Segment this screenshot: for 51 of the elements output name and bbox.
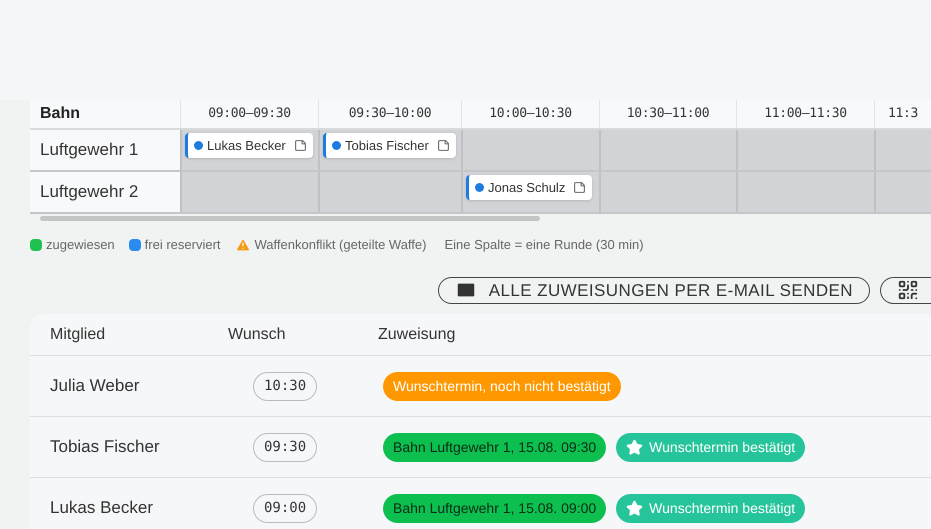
column-header: Bahn [39,104,81,124]
scrollbar[interactable] [40,216,540,220]
booking-chip[interactable]: Lukas Becker [185,133,313,158]
column-header: Mitglied [49,324,106,344]
booking-name: Tobias Fischer [345,136,429,155]
time-slot-header: 11:3 [874,100,931,128]
time-slot-header: 11:00–11:30 [736,100,874,128]
legend-label: zugewiesen [46,236,115,254]
status-badge: Wunschtermin bestätigt [616,432,806,462]
schedule-cell[interactable]: Tobias Fischer [318,130,461,170]
wish-time: 10:30 [253,372,318,400]
booking-chip[interactable]: Tobias Fischer [323,133,456,158]
member-name: Julia Weber [49,375,140,398]
booking-name: Lukas Becker [207,136,286,155]
column-header: Wunsch [228,324,287,344]
star-icon [626,500,644,516]
lane-assignment-badge: Bahn Luftgewehr 1, 15.08. 09:00 [383,494,606,522]
column-header: Zuweisung [378,324,456,344]
booking-chip[interactable]: Jonas Schulz [466,175,592,200]
member-name: Tobias Fischer [49,436,161,458]
qr-code-icon [897,279,919,302]
time-slot-header: 10:00–10:30 [461,100,599,128]
wish-time: 09:30 [253,432,318,462]
lane-name: Luftgewehr 2 [30,172,180,212]
schedule-cell[interactable] [461,130,599,170]
time-slot-header: 09:30–10:00 [318,100,461,128]
send-email-button[interactable]: ALLE ZUWEISUNGEN PER E-MAIL SENDEN [438,276,870,304]
lane-assignment-badge: Bahn Luftgewehr 1, 15.08. 09:30 [383,432,606,462]
qr-code-button[interactable] [880,276,931,304]
legend-label: Eine Spalte = eine Runde (30 min) [444,236,644,254]
schedule-cell[interactable]: Jonas Schulz [461,172,599,212]
schedule-cell[interactable] [180,172,318,212]
legend-label: Waffenkonflikt (geteilte Waffe) [254,236,426,254]
warning-icon [234,236,251,253]
note-icon [573,181,586,194]
schedule-cell[interactable] [874,130,931,170]
note-icon [436,139,450,152]
lane-name: Luftgewehr 1 [30,130,180,170]
time-slot-header: 10:30–11:00 [599,100,736,128]
booking-name: Jonas Schulz [488,178,566,197]
note-icon [294,139,307,152]
time-slot-header: 09:00–09:30 [180,100,318,128]
schedule-cell[interactable] [736,130,874,170]
star-icon [626,438,644,456]
member-name: Lukas Becker [49,497,154,520]
status-badge: Wunschtermin bestätigt [616,494,806,522]
status-badge: Wunschtermin, noch nicht bestätigt [383,372,621,400]
legend-label: frei reserviert [144,236,221,254]
wish-time: 09:00 [253,494,318,522]
schedule-cell[interactable]: Lukas Becker [180,130,318,170]
schedule-cell[interactable] [599,130,736,170]
